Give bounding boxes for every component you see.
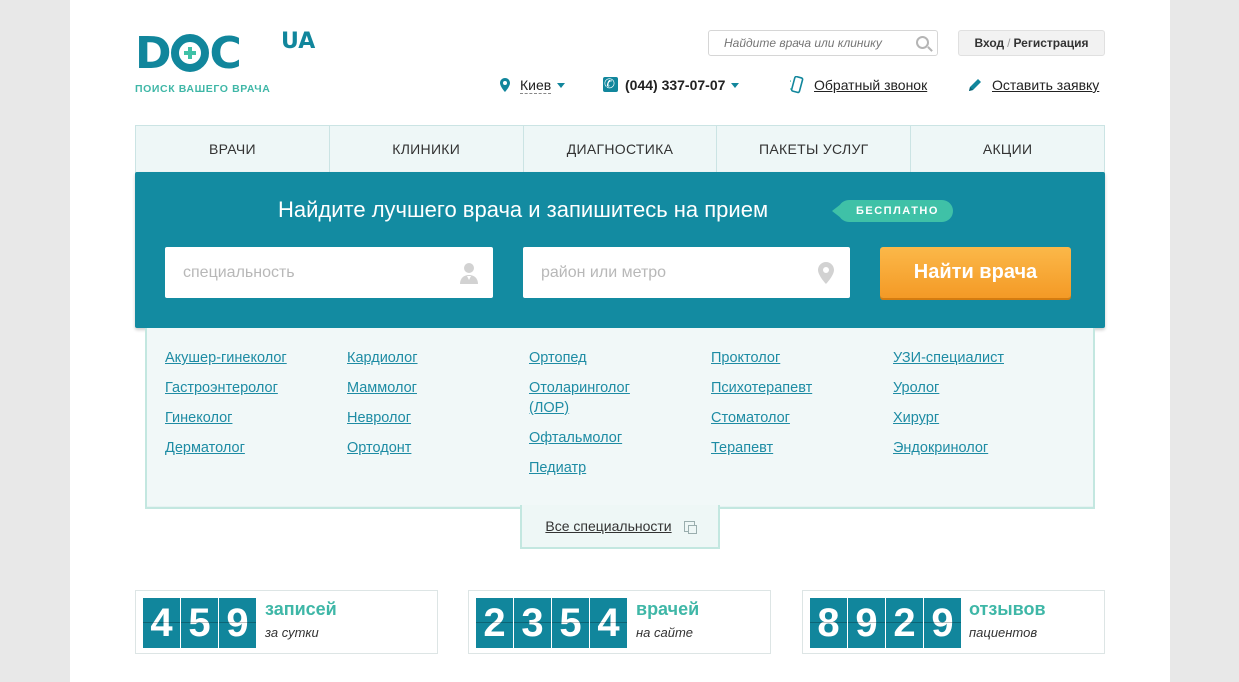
counter-digit: 9 <box>219 598 256 648</box>
location-field <box>523 247 850 298</box>
all-specialties-label: Все специальности <box>545 518 672 534</box>
nav-item-diagnostics[interactable]: ДИАГНОСТИКА <box>524 126 718 172</box>
specialty-link[interactable]: Отоларинголог (ЛОР) <box>529 378 659 418</box>
city-label: Киев <box>520 77 552 94</box>
counter-digit: 4 <box>143 598 180 648</box>
chevron-down-icon <box>731 83 740 88</box>
specialties-panel: Акушер-гинеколог Гастроэнтеролог Гинекол… <box>145 328 1095 509</box>
counter-digit: 2 <box>886 598 923 648</box>
specialty-column: Ортопед Отоларинголог (ЛОР) Офтальмолог … <box>529 348 659 488</box>
find-doctor-button[interactable]: Найти врача <box>880 247 1071 298</box>
counter-digit: 4 <box>590 598 627 648</box>
city-selector[interactable]: Киев <box>500 74 566 96</box>
login-separator: / <box>1007 36 1011 50</box>
doctor-icon <box>460 263 478 284</box>
logo-magnifier-icon <box>170 34 209 72</box>
specialty-link[interactable]: Офтальмолог <box>529 428 659 448</box>
stat-label: врачей <box>636 599 700 619</box>
specialty-link[interactable]: Проктолог <box>711 348 881 368</box>
counter-digit: 2 <box>476 598 513 648</box>
search-icon[interactable] <box>916 36 929 49</box>
counter-digits: 4 5 9 <box>143 598 257 648</box>
login-link[interactable]: Вход <box>974 36 1004 50</box>
header-search <box>708 30 938 56</box>
specialty-link[interactable]: Кардиолог <box>347 348 517 368</box>
phone-selector[interactable]: (044) 337-07-07 <box>603 73 740 96</box>
stat-sublabel: на сайте <box>636 625 694 640</box>
specialty-column: УЗИ-специалист Уролог Хирург Эндокриноло… <box>893 348 1063 468</box>
callback-label: Обратный звонок <box>814 77 928 93</box>
specialty-link[interactable]: Дерматолог <box>165 438 335 458</box>
main-nav: ВРАЧИ КЛИНИКИ ДИАГНОСТИКА ПАКЕТЫ УСЛУГ А… <box>135 125 1105 173</box>
specialty-link[interactable]: Невролог <box>347 408 517 428</box>
specialty-column: Акушер-гинеколог Гастроэнтеролог Гинекол… <box>165 348 335 468</box>
counter-digit: 5 <box>552 598 589 648</box>
specialty-link[interactable]: Гинеколог <box>165 408 335 428</box>
specialty-link[interactable]: Психотерапевт <box>711 378 881 398</box>
phone-icon <box>603 73 618 95</box>
stat-sublabel: за сутки <box>265 625 319 640</box>
header-search-input[interactable] <box>709 31 904 55</box>
page: DC UA ПОИСК ВАШЕГО ВРАЧА Вход/Регистраци… <box>70 0 1170 682</box>
stat-sublabel: пациентов <box>969 625 1038 640</box>
logo-wordmark: DC <box>135 28 242 79</box>
phone-number: (044) 337-07-07 <box>625 77 726 93</box>
nav-item-doctors[interactable]: ВРАЧИ <box>136 126 330 172</box>
register-link[interactable]: Регистрация <box>1013 36 1088 50</box>
chevron-down-icon <box>557 83 566 88</box>
expand-icon <box>683 521 697 534</box>
stat-appointments: 4 5 9 записей за сутки <box>135 590 438 654</box>
counter-digit: 9 <box>848 598 885 648</box>
plus-icon <box>183 47 196 59</box>
nav-item-clinics[interactable]: КЛИНИКИ <box>330 126 524 172</box>
stat-doctors: 2 3 5 4 врачей на сайте <box>468 590 771 654</box>
specialty-link[interactable]: Эндокринолог <box>893 438 1063 458</box>
counter-digit: 8 <box>810 598 847 648</box>
pencil-icon <box>969 79 981 91</box>
mobile-phone-icon <box>790 76 804 94</box>
counter-digits: 2 3 5 4 <box>476 598 628 648</box>
stat-reviews: 8 9 2 9 отзывов пациентов <box>802 590 1105 654</box>
specialty-link[interactable]: УЗИ-специалист <box>893 348 1063 368</box>
all-specialties-button[interactable]: Все специальности <box>520 505 720 549</box>
specialty-link[interactable]: Стоматолог <box>711 408 881 428</box>
free-badge: БЕСПЛАТНО <box>832 200 953 222</box>
specialty-link[interactable]: Терапевт <box>711 438 881 458</box>
stat-label: записей <box>265 599 337 619</box>
site-logo[interactable]: DC UA ПОИСК ВАШЕГО ВРАЧА <box>135 28 335 98</box>
stat-label: отзывов <box>969 599 1046 619</box>
counter-digit: 5 <box>181 598 218 648</box>
specialty-field <box>165 247 493 298</box>
logo-tagline: ПОИСК ВАШЕГО ВРАЧА <box>135 83 271 95</box>
specialty-link[interactable]: Ортодонт <box>347 438 517 458</box>
hero-title: Найдите лучшего врача и запишитесь на пр… <box>278 197 769 222</box>
location-pin-icon <box>500 78 510 92</box>
specialty-input[interactable] <box>165 247 444 298</box>
specialty-column: Кардиолог Маммолог Невролог Ортодонт <box>347 348 517 468</box>
nav-item-promotions[interactable]: АКЦИИ <box>911 126 1104 172</box>
specialty-link[interactable]: Гастроэнтеролог <box>165 378 335 398</box>
search-hero: Найдите лучшего врача и запишитесь на пр… <box>135 172 1105 328</box>
login-register-button[interactable]: Вход / Регистрация <box>958 30 1105 56</box>
specialty-link[interactable]: Хирург <box>893 408 1063 428</box>
request-label: Оставить заявку <box>992 77 1100 93</box>
logo-suffix: UA <box>281 29 316 54</box>
location-pin-icon <box>818 262 834 284</box>
counter-digit: 9 <box>924 598 961 648</box>
location-input[interactable] <box>523 247 801 298</box>
specialty-link[interactable]: Ортопед <box>529 348 659 368</box>
specialty-link[interactable]: Маммолог <box>347 378 517 398</box>
specialty-link[interactable]: Педиатр <box>529 458 659 478</box>
specialty-link[interactable]: Уролог <box>893 378 1063 398</box>
counter-digits: 8 9 2 9 <box>810 598 962 648</box>
request-link[interactable]: Оставить заявку <box>967 74 1099 96</box>
specialty-column: Проктолог Психотерапевт Стоматолог Терап… <box>711 348 881 468</box>
callback-link[interactable]: Обратный звонок <box>790 74 927 96</box>
counter-digit: 3 <box>514 598 551 648</box>
nav-item-packages[interactable]: ПАКЕТЫ УСЛУГ <box>717 126 912 172</box>
specialty-link[interactable]: Акушер-гинеколог <box>165 348 335 368</box>
